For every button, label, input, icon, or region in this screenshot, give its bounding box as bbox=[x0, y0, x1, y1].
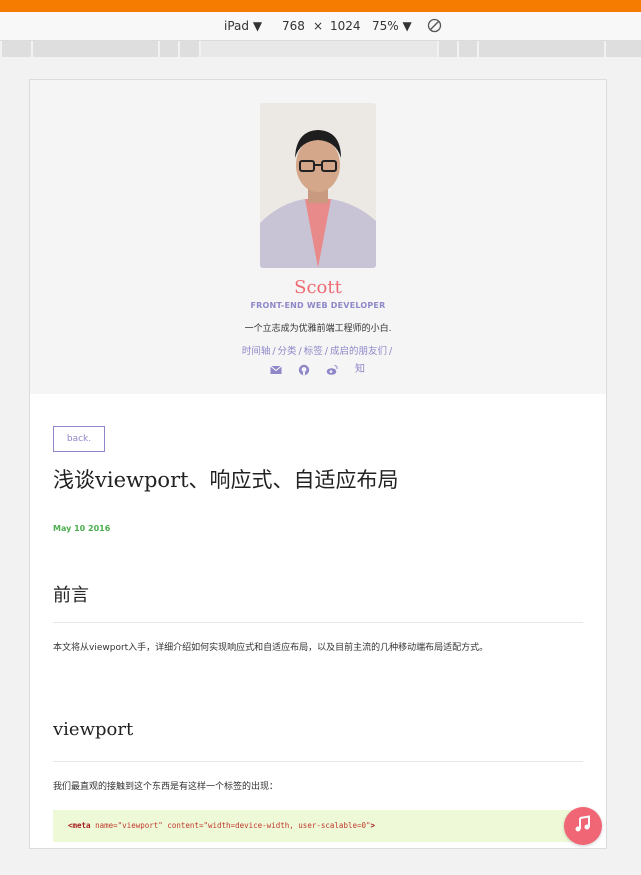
profile-subtitle: FRONT-END WEB DEVELOPER bbox=[250, 301, 386, 310]
site-nav: 时间轴 / 分类 / 标签 / 成启的朋友们 / bbox=[241, 346, 393, 357]
section-divider bbox=[53, 622, 583, 623]
nav-item-categories[interactable]: 分类 bbox=[278, 346, 297, 357]
music-player-button[interactable] bbox=[564, 807, 602, 845]
rotate-icon[interactable] bbox=[427, 18, 442, 36]
section-heading-viewport: viewport bbox=[53, 719, 134, 740]
mail-icon[interactable] bbox=[270, 364, 282, 376]
browser-top-strip bbox=[0, 0, 641, 12]
nav-item-friends[interactable]: 成启的朋友们 bbox=[330, 346, 387, 357]
post-title: 浅谈viewport、响应式、自适应布局 bbox=[53, 468, 399, 492]
nav-item-tags[interactable]: 标签 bbox=[304, 346, 323, 357]
avatar bbox=[260, 103, 376, 268]
viewport-height-field[interactable]: 1024 bbox=[330, 19, 361, 33]
section-divider bbox=[53, 761, 583, 762]
section-paragraph-viewport: 我们最直观的接触到这个东西是有这样一个标签的出现： bbox=[53, 782, 279, 792]
nav-item-timeline[interactable]: 时间轴 bbox=[242, 346, 271, 357]
post-date: May 10 2016 bbox=[53, 524, 111, 533]
profile-name[interactable]: Scott bbox=[30, 277, 606, 298]
section-paragraph-preface: 本文将从viewport入手，详细介绍如何实现响应式和自适应布局，以及目前主流的… bbox=[53, 643, 489, 653]
zoom-select[interactable]: 75% ▼ bbox=[372, 19, 412, 33]
profile-header: Scott FRONT-END WEB DEVELOPER 一个立志成为优雅前端… bbox=[30, 80, 606, 394]
viewport-width-field[interactable]: 768 bbox=[282, 19, 305, 33]
social-links: 知 bbox=[30, 364, 606, 376]
github-icon[interactable] bbox=[298, 364, 310, 376]
weibo-icon[interactable] bbox=[326, 364, 338, 376]
profile-motto: 一个立志成为优雅前端工程师的小白. bbox=[244, 324, 392, 334]
device-toolbar: iPad ▼ 768 × 1024 75% ▼ bbox=[0, 12, 641, 41]
zhihu-icon[interactable]: 知 bbox=[354, 364, 366, 376]
media-query-ruler bbox=[0, 41, 641, 57]
emulated-page: Scott FRONT-END WEB DEVELOPER 一个立志成为优雅前端… bbox=[29, 79, 607, 849]
dimension-separator: × bbox=[313, 19, 324, 33]
device-select[interactable]: iPad ▼ bbox=[224, 19, 262, 33]
section-heading-preface: 前言 bbox=[53, 585, 89, 606]
music-note-icon bbox=[574, 815, 592, 837]
code-block: <meta name="viewport" content="width=dev… bbox=[53, 810, 583, 842]
back-button[interactable]: back. bbox=[53, 426, 105, 452]
